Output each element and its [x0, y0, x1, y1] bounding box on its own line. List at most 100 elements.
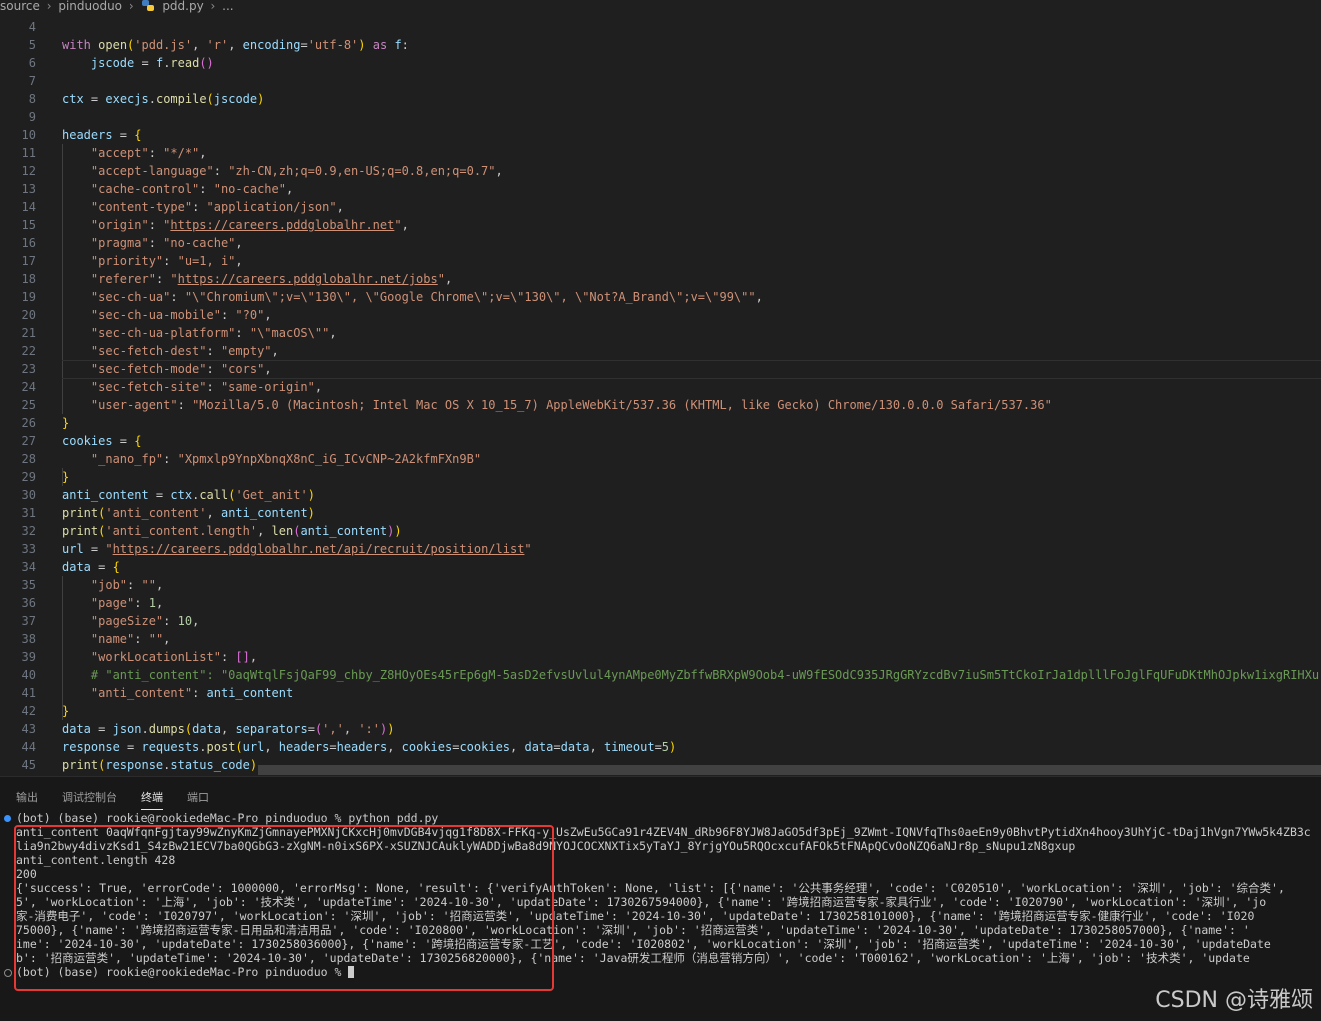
tab-terminal[interactable]: 终端	[141, 789, 163, 810]
code-line[interactable]: 42}	[0, 702, 1321, 720]
line-number: 29	[21, 470, 36, 484]
code-line[interactable]: 16 "pragma": "no-cache",	[0, 234, 1321, 252]
line-number: 43	[21, 722, 36, 736]
code-line[interactable]: 20 "sec-ch-ua-mobile": "?0",	[0, 306, 1321, 324]
line-number: 10	[21, 128, 36, 142]
chevron-right-icon: ›	[210, 0, 216, 13]
code-text: "sec-fetch-dest": "empty",	[90, 344, 279, 358]
code-line[interactable]: 26}	[0, 414, 1321, 432]
code-text: "job": "",	[90, 578, 164, 592]
code-line[interactable]: 15 "origin": "https://careers.pddglobalh…	[0, 216, 1321, 234]
code-text: with open('pdd.js', 'r', encoding='utf-8…	[62, 38, 409, 52]
code-line[interactable]: 31 print('anti_content', anti_content)	[0, 504, 1321, 522]
code-line[interactable]: 24 "sec-fetch-site": "same-origin",	[0, 378, 1321, 396]
highlight-box	[14, 825, 554, 991]
code-text: }	[62, 704, 70, 718]
code-line[interactable]: 27 cookies = {	[0, 432, 1321, 450]
line-number: 45	[21, 758, 36, 772]
code-line[interactable]: 18 "referer": "https://careers.pddglobal…	[0, 270, 1321, 288]
line-number: 33	[21, 542, 36, 556]
code-line[interactable]: 11 "accept": "*/*",	[0, 144, 1321, 162]
code-line[interactable]: 34 data = {	[0, 558, 1321, 576]
code-text: headers = {	[62, 128, 142, 142]
code-line[interactable]: 17 "priority": "u=1, i",	[0, 252, 1321, 270]
code-line[interactable]: 41 "anti_content": anti_content	[0, 684, 1321, 702]
line-number: 23	[21, 362, 36, 376]
code-line[interactable]: 36 "page": 1,	[0, 594, 1321, 612]
code-editor[interactable]: 4 5 with open('pdd.js', 'r', encoding='utf…	[0, 18, 1321, 774]
code-line[interactable]: 39 "workLocationList": [],	[0, 648, 1321, 666]
line-number: 12	[21, 164, 36, 178]
python-file-icon	[142, 0, 155, 11]
code-line[interactable]: 13 "cache-control": "no-cache",	[0, 180, 1321, 198]
code-text: "accept": "*/*",	[90, 146, 207, 160]
code-text: }	[62, 470, 70, 484]
code-line[interactable]: 32 print('anti_content.length', len(anti_…	[0, 522, 1321, 540]
code-line[interactable]: 44 response = requests.post(url, headers=…	[0, 738, 1321, 756]
code-line[interactable]: 37 "pageSize": 10,	[0, 612, 1321, 630]
code-line[interactable]: 33 url = "https://careers.pddglobalhr.net…	[0, 540, 1321, 558]
line-number: 32	[21, 524, 36, 538]
breadcrumb-pinduoduo[interactable]: pinduoduo	[58, 0, 122, 12]
chevron-right-icon: ›	[46, 0, 52, 13]
code-text: print(response.status_code)	[62, 758, 258, 772]
code-line[interactable]: 12 "accept-language": "zh-CN,zh;q=0.9,en…	[0, 162, 1321, 180]
tab-ports[interactable]: 端口	[187, 789, 209, 805]
breadcrumb: source › pinduoduo › pdd.py › ...	[0, 0, 1321, 16]
code-line[interactable]: 14 "content-type": "application/json",	[0, 198, 1321, 216]
line-number: 11	[21, 146, 36, 160]
line-number: 13	[21, 182, 36, 196]
code-text: "workLocationList": [],	[90, 650, 258, 664]
code-line[interactable]: 19 "sec-ch-ua": "\"Chromium\";v=\"130\",…	[0, 288, 1321, 306]
line-number: 34	[21, 560, 36, 574]
code-line[interactable]: 5 with open('pdd.js', 'r', encoding='utf-…	[0, 36, 1321, 54]
code-text: "_nano_fp": "Xpmxlp9YnpXbnqX8nC_iG_ICvCN…	[90, 452, 482, 466]
code-text: "user-agent": "Mozilla/5.0 (Macintosh; I…	[90, 398, 1052, 412]
code-text: print('anti_content', anti_content)	[62, 506, 315, 520]
code-line[interactable]: 7	[0, 72, 1321, 90]
line-number: 26	[21, 416, 36, 430]
line-number: 36	[21, 596, 36, 610]
code-text: jscode = f.read()	[90, 56, 214, 70]
code-line[interactable]: 43 data = json.dumps(data, separators=(',…	[0, 720, 1321, 738]
code-line[interactable]: 10 headers = {	[0, 126, 1321, 144]
code-text: "page": 1,	[90, 596, 164, 610]
line-number: 19	[21, 290, 36, 304]
code-line[interactable]: 40 # "anti_content": "0aqWtqlFsjQaF99_ch…	[0, 666, 1321, 684]
code-line[interactable]: 22 "sec-fetch-dest": "empty",	[0, 342, 1321, 360]
line-number: 30	[21, 488, 36, 502]
line-number: 37	[21, 614, 36, 628]
line-number: 4	[28, 20, 36, 34]
line-number: 27	[21, 434, 36, 448]
watermark: CSDN @诗雅颂	[1155, 988, 1313, 1013]
breadcrumb-more[interactable]: ...	[222, 0, 233, 12]
tab-output[interactable]: 输出	[16, 789, 38, 805]
code-text: data = {	[62, 560, 120, 574]
line-number: 16	[21, 236, 36, 250]
code-line[interactable]: 9	[0, 108, 1321, 126]
code-line[interactable]: 35 "job": "",	[0, 576, 1321, 594]
code-line[interactable]: 6 jscode = f.read()	[0, 54, 1321, 72]
code-text: "sec-ch-ua-platform": "\"macOS\"",	[90, 326, 337, 340]
breadcrumb-file[interactable]: pdd.py	[162, 0, 203, 12]
code-line[interactable]: 21 "sec-ch-ua-platform": "\"macOS\"",	[0, 324, 1321, 342]
code-line[interactable]: 29}	[0, 468, 1321, 486]
line-number: 14	[21, 200, 36, 214]
code-text: print('anti_content.length', len(anti_co…	[62, 524, 402, 538]
code-line[interactable]: 23 "sec-fetch-mode": "cors",	[0, 360, 1321, 378]
code-line[interactable]: 30 anti_content = ctx.call('Get_anit')	[0, 486, 1321, 504]
code-line[interactable]: 4	[0, 18, 1321, 36]
code-line[interactable]: 8 ctx = execjs.compile(jscode)	[0, 90, 1321, 108]
horizontal-scrollbar[interactable]	[258, 765, 1321, 775]
code-text: "sec-fetch-mode": "cors",	[90, 362, 272, 376]
tab-debug-console[interactable]: 调试控制台	[62, 789, 117, 805]
breadcrumb-source[interactable]: source	[0, 0, 40, 12]
panel-tabs: 输出 调试控制台 终端 端口	[0, 777, 1321, 810]
code-line[interactable]: 25 "user-agent": "Mozilla/5.0 (Macintosh…	[0, 396, 1321, 414]
line-number: 39	[21, 650, 36, 664]
code-text: "origin": "https://careers.pddglobalhr.n…	[90, 218, 409, 232]
code-line[interactable]: 28 "_nano_fp": "Xpmxlp9YnpXbnqX8nC_iG_IC…	[0, 450, 1321, 468]
code-text: data = json.dumps(data, separators=(',',…	[62, 722, 395, 736]
code-text: cookies = {	[62, 434, 142, 448]
code-line[interactable]: 38 "name": "",	[0, 630, 1321, 648]
